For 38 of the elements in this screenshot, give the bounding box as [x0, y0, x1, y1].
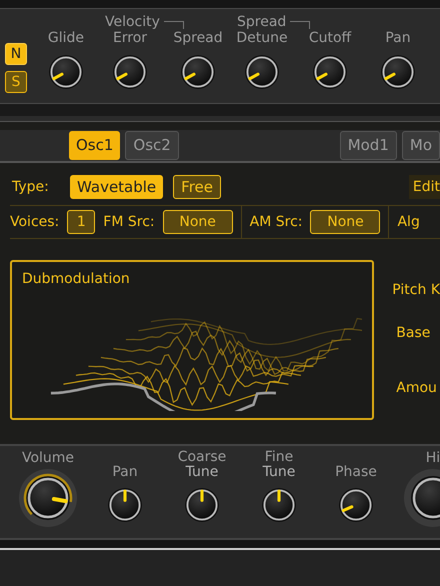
- knob[interactable]: [18, 468, 78, 528]
- source-label: Voices:: [10, 212, 60, 232]
- type-option[interactable]: Wavetable: [70, 175, 164, 199]
- edit-button[interactable]: Edit: [408, 175, 440, 199]
- source-value[interactable]: None: [310, 210, 380, 234]
- knob-label: Tune: [262, 465, 296, 480]
- knob-label: Tune: [186, 465, 218, 480]
- type-option[interactable]: Free: [173, 175, 222, 199]
- knob-label: Coarse: [178, 450, 226, 465]
- group-title: Velocity: [105, 15, 160, 29]
- display-title: Dubmodulation: [22, 272, 131, 286]
- source-label: FM Src:: [103, 212, 155, 232]
- knob-label: Glide: [48, 31, 84, 45]
- tab[interactable]: Osc1: [69, 131, 120, 160]
- mode-toggle[interactable]: S: [5, 71, 27, 93]
- knob-label: Error: [112, 31, 148, 45]
- param-label: Base: [395, 324, 432, 343]
- knob-label: Pan: [385, 31, 411, 45]
- source-value[interactable]: None: [162, 210, 233, 234]
- param-label: Pitch K: [392, 281, 440, 300]
- param-label: Amou: [395, 379, 438, 398]
- type-label: Type:: [12, 178, 50, 196]
- tab[interactable]: Osc2: [125, 131, 179, 160]
- tab[interactable]: Mo: [402, 131, 440, 160]
- knob-label: Volume: [22, 451, 74, 466]
- knob-label: Cutoff: [308, 31, 352, 45]
- group-title: Spread: [237, 15, 286, 29]
- source-label: AM Src:: [250, 212, 302, 232]
- source-value[interactable]: 1: [67, 210, 96, 234]
- source-label: Alg: [397, 212, 420, 232]
- tab[interactable]: Mod1: [340, 131, 397, 160]
- knob-label: Hi: [426, 451, 440, 466]
- knob-label: Pan: [112, 465, 138, 480]
- knob-label: Spread: [173, 31, 223, 45]
- knob-label: Fine: [264, 450, 294, 465]
- mode-toggle[interactable]: N: [5, 43, 27, 65]
- knob-label: Phase: [335, 465, 377, 480]
- knob-label: Detune: [236, 31, 288, 45]
